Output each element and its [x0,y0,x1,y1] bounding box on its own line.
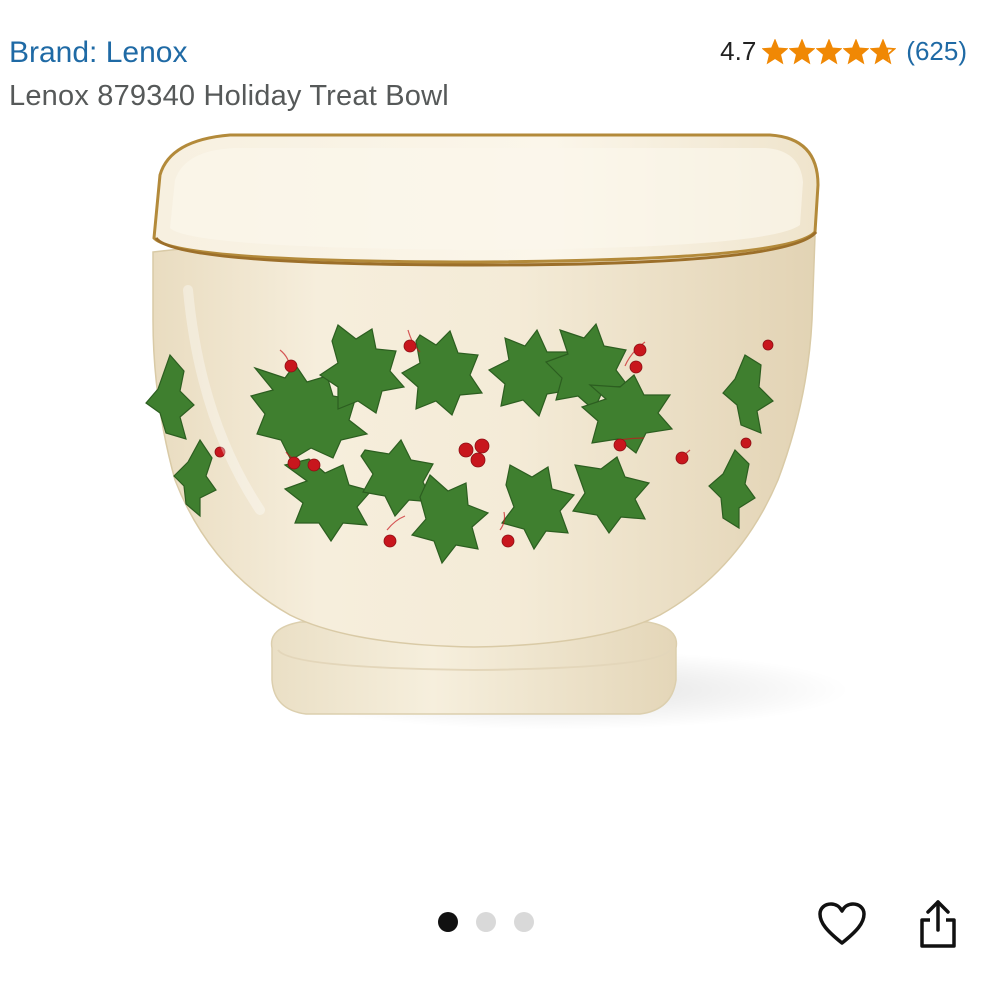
share-button[interactable] [910,894,966,954]
star-icon [870,38,897,64]
product-title: Lenox 879340 Holiday Treat Bowl [9,80,449,112]
star-icon [843,38,870,64]
rating-value: 4.7 [720,36,757,66]
gallery-dot-2[interactable] [476,912,496,932]
star-icon [762,38,789,64]
star-rating [762,38,897,65]
share-icon [920,900,956,948]
star-icon [789,38,816,64]
heart-outline-icon [818,902,866,945]
product-image[interactable] [0,120,1000,820]
gallery-dot-3[interactable] [514,912,534,932]
review-count-link[interactable]: (625) [906,36,967,67]
gallery-dot-1[interactable] [438,912,458,932]
rating-summary[interactable]: 4.7 (625) [720,36,967,67]
star-icon [816,38,843,64]
gallery-pagination [438,912,534,932]
brand-link[interactable]: Brand: Lenox [9,36,187,70]
wishlist-button[interactable] [814,894,870,954]
holly-bowl-image [145,133,850,730]
